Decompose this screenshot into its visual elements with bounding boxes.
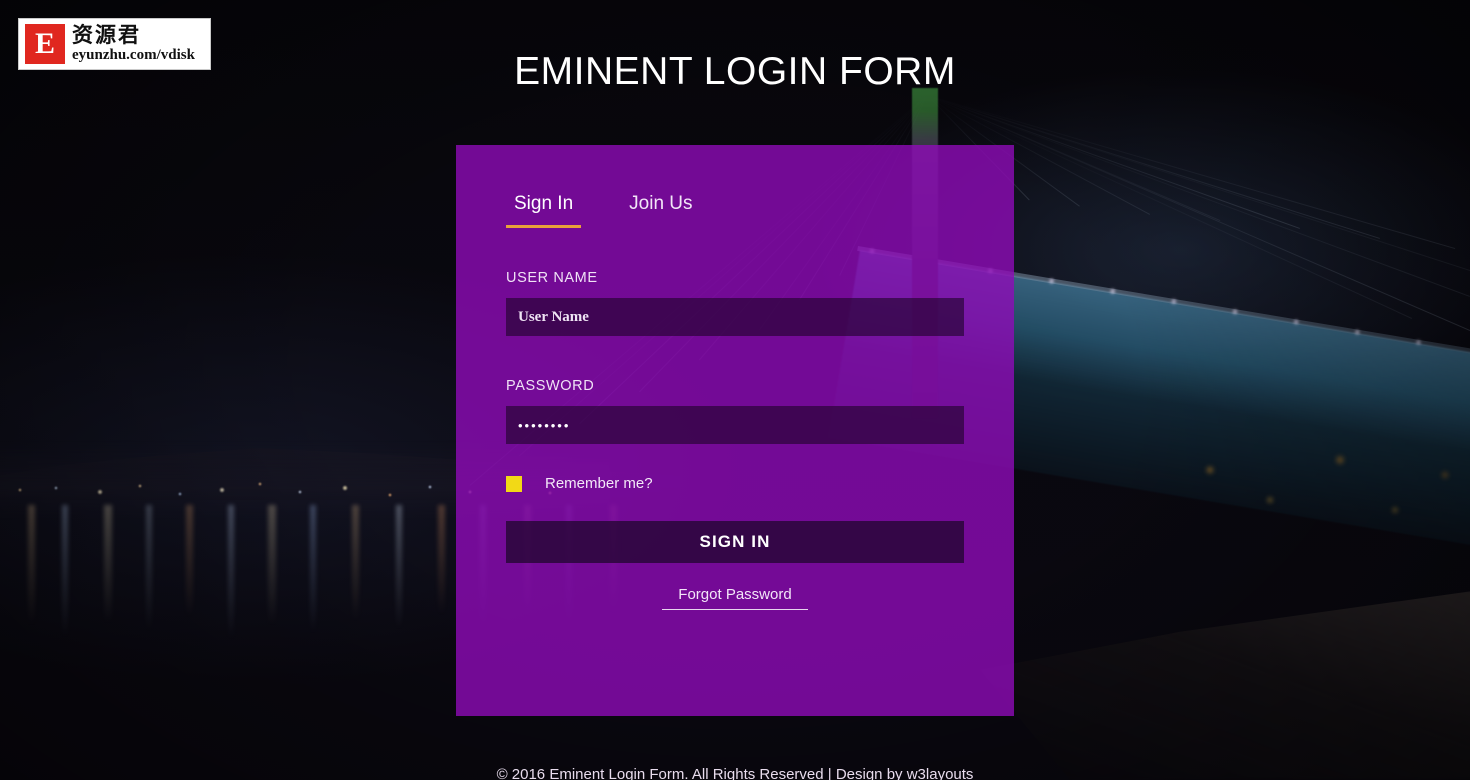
logo-url-text: eyunzhu.com/vdisk [72,47,195,63]
login-page: E 资源君 eyunzhu.com/vdisk EMINENT LOGIN FO… [0,0,1470,780]
logo-chinese-text: 资源君 [72,23,141,47]
remember-me-label: Remember me? [545,475,653,492]
footer-text: © 2016 Eminent Login Form. All Rights Re… [496,766,907,780]
login-panel-body: Sign In Join Us USER NAME PASSWORD Remem… [456,145,1014,610]
username-field-group: USER NAME [506,270,964,336]
footer-link-w3layouts[interactable]: w3layouts [907,766,974,780]
login-panel: Sign In Join Us USER NAME PASSWORD Remem… [456,145,1014,716]
auth-tabs: Sign In Join Us [506,193,964,228]
password-field-group: PASSWORD [506,378,964,444]
username-label: USER NAME [506,270,598,286]
sign-in-button[interactable]: SIGN IN [506,521,964,563]
remember-me-checkbox[interactable] [506,475,522,492]
username-input[interactable] [506,298,964,336]
watermark-logo: E 资源君 eyunzhu.com/vdisk [18,18,211,70]
page-title: EMINENT LOGIN FORM [514,50,956,93]
logo-text-block: 资源君 eyunzhu.com/vdisk [72,25,195,63]
forgot-password-link[interactable]: Forgot Password [662,586,808,610]
tab-sign-in[interactable]: Sign In [506,193,582,228]
remember-me-row[interactable]: Remember me? [506,475,964,492]
password-label: PASSWORD [506,378,595,394]
password-input[interactable] [506,406,964,444]
tab-join-us[interactable]: Join Us [621,193,700,228]
footer: © 2016 Eminent Login Form. All Rights Re… [0,766,1470,780]
forgot-password-row: Forgot Password [506,586,964,610]
logo-letter: E [34,27,55,60]
logo-e-icon: E [25,24,65,64]
